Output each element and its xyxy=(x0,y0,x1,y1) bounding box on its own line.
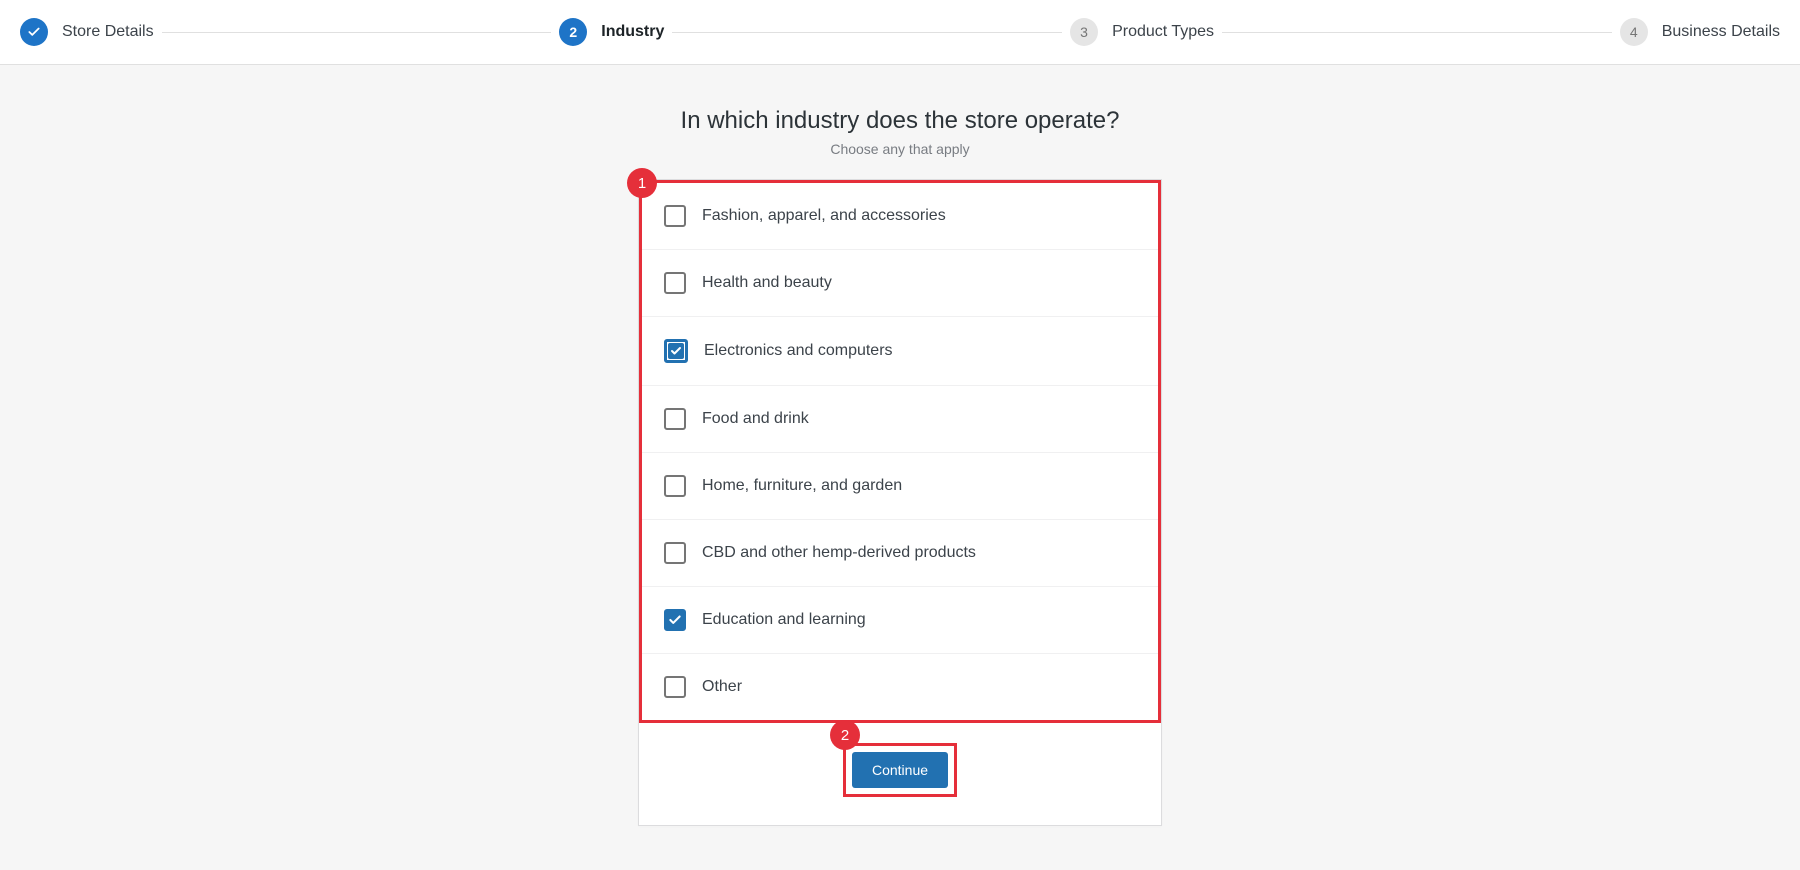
step-number-icon: 3 xyxy=(1070,18,1098,46)
continue-button[interactable]: Continue xyxy=(852,752,948,788)
option-label: Food and drink xyxy=(702,410,809,428)
industry-option[interactable]: Other xyxy=(642,654,1158,720)
annotation-badge-2: 2 xyxy=(830,720,860,750)
option-label: Fashion, apparel, and accessories xyxy=(702,207,946,225)
industry-option[interactable]: Food and drink xyxy=(642,386,1158,453)
checkbox-icon[interactable] xyxy=(664,542,686,564)
checkbox-icon[interactable] xyxy=(664,272,686,294)
industry-option[interactable]: Home, furniture, and garden xyxy=(642,453,1158,520)
option-label: Other xyxy=(702,678,742,696)
check-icon xyxy=(20,18,48,46)
continue-highlight-box: Continue xyxy=(843,743,957,797)
step-label: Product Types xyxy=(1112,23,1214,41)
step-number-icon: 2 xyxy=(559,18,587,46)
checkbox-icon[interactable] xyxy=(664,609,686,631)
page-title: In which industry does the store operate… xyxy=(681,107,1120,135)
checkbox-icon[interactable] xyxy=(664,475,686,497)
stepper: Store Details 2 Industry 3 Product Types… xyxy=(0,0,1800,65)
continue-wrapper: 2 Continue xyxy=(639,737,1161,803)
step-label: Business Details xyxy=(1662,23,1780,41)
page-subtitle: Choose any that apply xyxy=(830,141,969,157)
industry-option[interactable]: Health and beauty xyxy=(642,250,1158,317)
card-wrapper: 1 Fashion, apparel, and accessories Heal… xyxy=(638,179,1162,826)
industry-option[interactable]: Electronics and computers xyxy=(642,317,1158,386)
option-label: CBD and other hemp-derived products xyxy=(702,544,976,562)
industry-card: 1 Fashion, apparel, and accessories Heal… xyxy=(638,179,1162,826)
annotation-badge-1: 1 xyxy=(627,168,657,198)
main-content: In which industry does the store operate… xyxy=(0,65,1800,826)
option-label: Health and beauty xyxy=(702,274,832,292)
option-label: Home, furniture, and garden xyxy=(702,477,902,495)
step-label: Store Details xyxy=(62,23,154,41)
step-connector xyxy=(672,32,1062,33)
step-number-icon: 4 xyxy=(1620,18,1648,46)
option-label: Electronics and computers xyxy=(704,342,893,360)
industry-option[interactable]: Education and learning xyxy=(642,587,1158,654)
checkbox-icon[interactable] xyxy=(664,408,686,430)
step-industry[interactable]: 2 Industry xyxy=(559,18,664,46)
step-connector xyxy=(1222,32,1612,33)
checkbox-icon[interactable] xyxy=(664,676,686,698)
industry-option[interactable]: CBD and other hemp-derived products xyxy=(642,520,1158,587)
step-label: Industry xyxy=(601,23,664,41)
industry-options-list: Fashion, apparel, and accessories Health… xyxy=(639,180,1161,723)
option-label: Education and learning xyxy=(702,611,866,629)
checkbox-icon[interactable] xyxy=(664,205,686,227)
checkbox-icon[interactable] xyxy=(664,339,688,363)
step-business-details[interactable]: 4 Business Details xyxy=(1620,18,1780,46)
industry-option[interactable]: Fashion, apparel, and accessories xyxy=(642,183,1158,250)
step-store-details[interactable]: Store Details xyxy=(20,18,154,46)
step-product-types[interactable]: 3 Product Types xyxy=(1070,18,1214,46)
step-connector xyxy=(162,32,552,33)
